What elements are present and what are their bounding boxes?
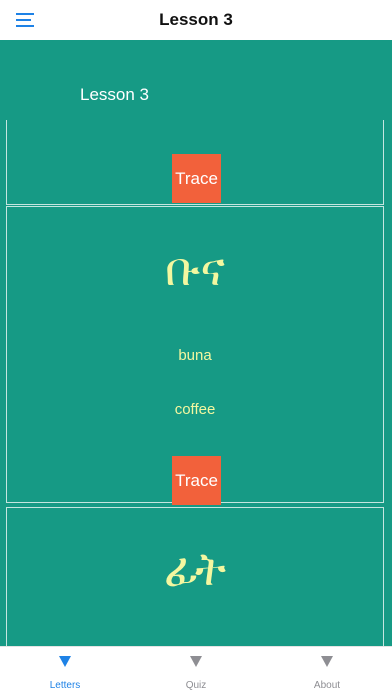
trace-button[interactable]: Trace [172,154,221,203]
letter-card: ቡና buna coffee Trace [6,206,384,505]
triangle-down-icon [59,656,71,667]
trace-button[interactable]: Trace [172,456,221,505]
lesson-content[interactable]: Lesson 3 Trace ቡና buna coffee Trace ፊት [0,40,392,646]
tab-label: About [313,680,341,691]
triangle-down-icon [321,656,333,667]
triangle-down-icon [190,656,202,667]
navigation-bar: Lesson 3 [0,0,392,40]
translation-text: coffee [174,401,216,418]
transliteration-text: buna [178,347,212,364]
tab-letters[interactable]: Letters [0,647,130,697]
tab-quiz[interactable]: Quiz [131,647,261,697]
letter-card: Trace [6,120,384,205]
letter-card: ፊት [6,507,384,646]
tab-about[interactable]: About [262,647,392,697]
tab-label: Quiz [185,680,207,691]
amharic-word: ፊት [163,542,227,596]
page-title: Lesson 3 [159,10,233,29]
lesson-heading: Lesson 3 [80,85,149,104]
tab-label: Letters [49,680,81,691]
tab-bar: Letters Quiz About [0,646,392,696]
amharic-word: ቡና [165,242,225,296]
